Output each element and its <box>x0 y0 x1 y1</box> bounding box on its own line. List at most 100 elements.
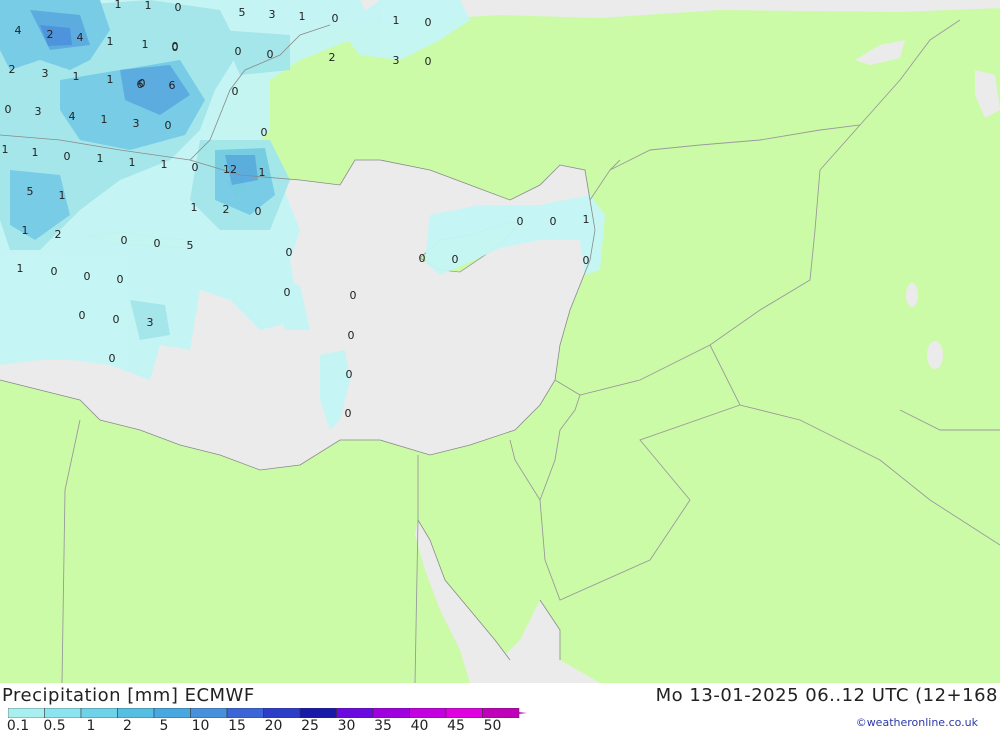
precip-value: 1 <box>2 143 9 156</box>
legend-swatch <box>44 708 82 718</box>
legend-tick-label: 15 <box>228 718 246 734</box>
precip-value: 12 <box>223 163 237 176</box>
legend-tick-label: 50 <box>483 718 502 734</box>
precip-value: 1 <box>583 213 590 226</box>
precip-value: 2 <box>9 63 16 76</box>
precip-value: 0 <box>117 273 124 286</box>
precip-value: 1 <box>129 156 136 169</box>
precip-value: 0 <box>79 309 86 322</box>
precip-value: 4 <box>69 110 76 123</box>
precip-value: 3 <box>133 117 140 130</box>
legend-swatch <box>80 708 118 718</box>
legend-swatch <box>263 708 301 718</box>
precip-value: 6 <box>137 78 144 91</box>
precip-value: 1 <box>73 70 80 83</box>
precip-value: 0 <box>550 215 557 228</box>
precip-value: 3 <box>269 8 276 21</box>
precipitation-map: 4 2 4 1 1 0 1 5 3 1 0 1 0 2 3 1 1 0 0 0 0 1 0 2 3 0 6 6 0 0 0 3 4 1 3 0 1 1 0 1… <box>0 0 1000 684</box>
legend-tick-label: 0.5 <box>43 718 66 734</box>
precip-value: 3 <box>42 67 49 80</box>
precip-value: 0 <box>350 289 357 302</box>
precip-value: 2 <box>329 51 336 64</box>
precip-value: 1 <box>32 146 39 159</box>
precip-value: 1 <box>259 166 266 179</box>
legend-tick-label: 45 <box>447 718 465 734</box>
precip-value: 5 <box>187 239 194 252</box>
precip-value: 0 <box>348 329 355 342</box>
precip-value: 4 <box>15 24 22 37</box>
precip-value: 0 <box>172 40 179 53</box>
precip-value: 1 <box>393 14 400 27</box>
precip-value: 1 <box>22 224 29 237</box>
legend-tick-label: 2 <box>123 718 132 734</box>
map-footer: Precipitation [mm] ECMWF Mo 13-01-2025 0… <box>0 683 1000 734</box>
precip-value: 0 <box>121 234 128 247</box>
valid-time: Mo 13-01-2025 06..12 UTC (12+168 <box>655 685 998 706</box>
legend-swatch <box>372 708 410 718</box>
precip-value: 0 <box>332 12 339 25</box>
precip-value: 0 <box>64 150 71 163</box>
precip-value: 0 <box>425 16 432 29</box>
legend-swatch <box>445 708 483 718</box>
legend-tick-label: 0.1 <box>6 718 30 734</box>
precip-value: 1 <box>299 10 306 23</box>
precip-value: 1 <box>101 113 108 126</box>
precip-value: 2 <box>47 28 54 41</box>
precip-value: 1 <box>191 201 198 214</box>
legend-swatch <box>190 708 228 718</box>
legend-tick-label: 20 <box>264 718 283 734</box>
precip-value: 0 <box>175 1 182 14</box>
precip-value: 0 <box>284 286 291 299</box>
precip-value: 2 <box>55 228 62 241</box>
legend-tick-label: 40 <box>410 718 429 734</box>
legend-tick-label: 30 <box>337 718 356 734</box>
legend-tick-label: 25 <box>301 718 319 734</box>
precip-value: 5 <box>27 185 34 198</box>
precip-value: 0 <box>154 237 161 250</box>
precip-value: 0 <box>286 246 293 259</box>
precip-value: 1 <box>115 0 122 11</box>
precip-value: 0 <box>113 313 120 326</box>
precip-value: 0 <box>255 205 262 218</box>
legend-tick-label: 1 <box>86 718 96 734</box>
precip-value: 1 <box>107 35 114 48</box>
precip-value: 4 <box>77 31 84 44</box>
precip-value: 1 <box>161 158 168 171</box>
legend-swatch <box>409 708 447 718</box>
legend-swatch <box>336 708 374 718</box>
precip-value: 0 <box>345 407 352 420</box>
precip-value: 0 <box>452 253 459 266</box>
precip-value: 0 <box>165 119 172 132</box>
precip-value: 0 <box>346 368 353 381</box>
precip-value: 0 <box>5 103 12 116</box>
precip-value: 3 <box>35 105 42 118</box>
legend-swatch <box>226 708 264 718</box>
legend-swatch <box>153 708 191 718</box>
precip-value: 0 <box>425 55 432 68</box>
credit-link[interactable]: ©weatheronline.co.uk <box>856 716 978 729</box>
lake <box>906 283 918 307</box>
lake <box>927 341 943 369</box>
legend-swatch <box>299 708 337 718</box>
precip-value: 1 <box>17 262 24 275</box>
precip-value: 0 <box>583 254 590 267</box>
legend-swatch <box>8 708 45 718</box>
precip-value: 1 <box>59 189 66 202</box>
legend-tick-label: 35 <box>374 718 392 734</box>
map-title: Precipitation [mm] ECMWF <box>2 685 255 706</box>
precip-value: 1 <box>142 38 149 51</box>
color-scale-legend <box>8 708 527 718</box>
precip-value: 1 <box>145 0 152 12</box>
precip-value: 0 <box>235 45 242 58</box>
precip-value: 0 <box>419 252 426 265</box>
precip-value: 0 <box>51 265 58 278</box>
precip-value: 0 <box>261 126 268 139</box>
legend-tick-label: 10 <box>191 718 210 734</box>
precip-value: 0 <box>267 48 274 61</box>
precip-value: 6 <box>169 79 176 92</box>
precip-value: 0 <box>109 352 116 365</box>
precip-value: 3 <box>147 316 154 329</box>
precip-value: 1 <box>107 73 114 86</box>
precip-value: 0 <box>192 161 199 174</box>
precip-value: 2 <box>223 203 230 216</box>
